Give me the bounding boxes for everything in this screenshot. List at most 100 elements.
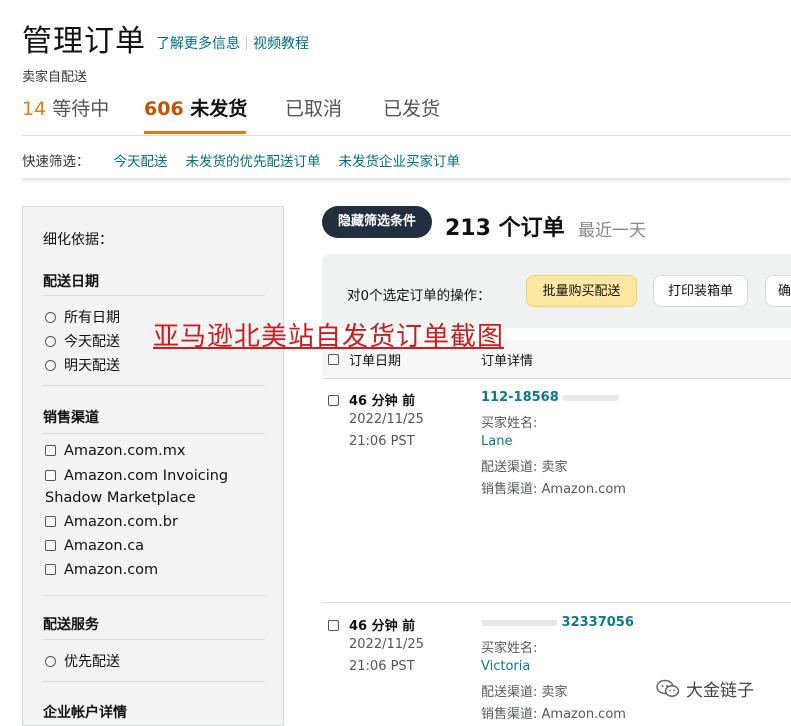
overlay-caption: 亚马逊北美站自发货订单截图 (153, 322, 505, 352)
tabs-divider (22, 135, 791, 136)
quick-filter-divider (22, 178, 791, 180)
channel-com-label: Amazon.com (64, 562, 159, 578)
sidebar-divider (43, 433, 265, 434)
quick-filter-bar: 快速筛选： 今天配送 未发货的优先配送订单 未发货企业买家订单 (22, 150, 460, 170)
bulk-action-label: 对0个选定订单的操作： (347, 288, 491, 304)
order-time: 21:06 PST (349, 434, 415, 449)
delivery-all-option[interactable]: 所有日期 (45, 307, 120, 327)
tab-pending[interactable]: 14 等待中 (22, 94, 109, 121)
order-id-link[interactable]: 112-18568 (481, 390, 620, 405)
order-date: 2022/11/25 (349, 637, 424, 652)
order-age: 46 分钟 前 (349, 394, 416, 409)
quick-filter-label: 快速筛选： (22, 154, 90, 170)
refine-label: 细化依据： (43, 232, 113, 248)
delivery-tomorrow-option[interactable]: 明天配送 (45, 355, 120, 375)
page-title: 管理订单 (22, 24, 146, 59)
wechat-icon (656, 679, 680, 704)
buyer-name-label: 买家姓名: (481, 416, 538, 431)
radio-icon[interactable] (45, 656, 56, 667)
channel-invoicing-label-line2: Shadow Marketplace (45, 490, 196, 506)
delivery-all-label: 所有日期 (64, 310, 120, 326)
shipping-service-heading: 配送服务 (43, 617, 99, 633)
hide-filters-button[interactable]: 隐藏筛选条件 (322, 206, 432, 238)
checkbox-icon[interactable] (45, 540, 56, 551)
sidebar-divider (43, 295, 265, 296)
order-age: 46 分钟 前 (349, 619, 416, 634)
quick-filter-business[interactable]: 未发货企业买家订单 (339, 154, 461, 170)
order-time: 21:06 PST (349, 659, 415, 674)
sidebar-divider (43, 385, 265, 386)
checkbox-icon[interactable] (45, 445, 56, 456)
link-divider (246, 36, 247, 50)
checkbox-icon[interactable] (328, 395, 339, 406)
sidebar-divider (43, 595, 265, 596)
row-checkbox[interactable] (328, 615, 347, 634)
delivery-date-heading: 配送日期 (43, 274, 99, 290)
watermark: 大金链子 (656, 676, 754, 704)
tab-pending-label: 等待中 (52, 98, 110, 120)
checkbox-icon[interactable] (328, 354, 339, 365)
tab-cancelled[interactable]: 已取消 (285, 94, 342, 121)
order-id[interactable]: 32337056 (562, 615, 634, 630)
redacted-mark (563, 394, 620, 401)
delivery-today-option[interactable]: 今天配送 (45, 331, 120, 351)
channel-br-label: Amazon.com.br (64, 514, 178, 530)
channel-br-option[interactable]: Amazon.com.br (45, 514, 178, 530)
channel-ca-label: Amazon.ca (64, 538, 145, 554)
tab-cancelled-label: 已取消 (285, 98, 343, 120)
channel-ca-option[interactable]: Amazon.ca (45, 538, 144, 554)
sales-channel-heading: 销售渠道 (43, 410, 99, 426)
buyer-name[interactable]: Lane (481, 434, 512, 449)
tab-shipped[interactable]: 已发货 (383, 94, 440, 121)
order-count: 213 个订单 (445, 216, 565, 241)
ship-channel: 配送渠道: 卖家 (481, 685, 568, 700)
channel-invoicing-option[interactable]: Amazon.com Invoicing (45, 468, 228, 484)
channel-com-option[interactable]: Amazon.com (45, 562, 158, 578)
shipping-priority-option[interactable]: 优先配送 (45, 651, 120, 671)
checkbox-icon[interactable] (45, 470, 56, 481)
tab-shipped-label: 已发货 (383, 98, 441, 120)
radio-icon[interactable] (45, 312, 56, 323)
date-range-label: 最近一天 (578, 221, 646, 241)
buyer-name-label: 买家姓名: (481, 641, 538, 656)
order-id[interactable]: 112-18568 (481, 390, 559, 405)
shipping-priority-label: 优先配送 (64, 654, 120, 670)
tab-pending-count: 14 (22, 98, 47, 120)
channel-mx-option[interactable]: Amazon.com.mx (45, 443, 186, 459)
confirm-shipment-button[interactable]: 确 (765, 275, 791, 307)
checkbox-icon[interactable] (45, 516, 56, 527)
sidebar-divider (43, 681, 265, 682)
fulfillment-subtitle: 卖家自配送 (22, 70, 88, 85)
ship-channel: 配送渠道: 卖家 (481, 460, 568, 475)
delivery-today-label: 今天配送 (64, 334, 120, 350)
row-checkbox[interactable] (328, 390, 347, 409)
channel-invoicing-label: Amazon.com Invoicing (64, 468, 229, 484)
checkbox-icon[interactable] (45, 564, 56, 575)
sales-channel: 销售渠道: Amazon.com (481, 482, 626, 497)
order-id-link[interactable]: 32337056 (481, 615, 634, 630)
order-date: 2022/11/25 (349, 412, 424, 427)
tab-unshipped-label: 未发货 (190, 98, 248, 120)
row-divider (322, 602, 791, 603)
tab-unshipped-count: 606 (144, 98, 184, 120)
checkbox-icon[interactable] (328, 620, 339, 631)
header-links: 了解更多信息 视频教程 (156, 33, 309, 53)
business-account-heading: 企业帐户详情 (43, 705, 127, 721)
video-tutorial-link[interactable]: 视频教程 (253, 36, 309, 52)
delivery-tomorrow-label: 明天配送 (64, 358, 120, 374)
tab-unshipped[interactable]: 606 未发货 (144, 94, 247, 121)
watermark-text: 大金链子 (686, 681, 754, 701)
print-packing-slip-button[interactable]: 打印装箱单 (653, 275, 748, 307)
refine-sidebar: 细化依据： 配送日期 所有日期 今天配送 明天配送 销售渠道 Amazon.co… (22, 206, 284, 726)
quick-filter-priority[interactable]: 未发货的优先配送订单 (186, 154, 321, 170)
redacted-mark (481, 619, 557, 626)
sales-channel: 销售渠道: Amazon.com (481, 707, 626, 722)
sidebar-divider (43, 639, 265, 640)
buyer-name[interactable]: Victoria (481, 659, 530, 674)
learn-more-link[interactable]: 了解更多信息 (156, 36, 240, 52)
radio-icon[interactable] (45, 336, 56, 347)
active-tab-indicator (144, 131, 246, 134)
buy-shipping-button[interactable]: 批量购买配送 (526, 275, 637, 307)
radio-icon[interactable] (45, 360, 56, 371)
quick-filter-today[interactable]: 今天配送 (114, 154, 168, 170)
